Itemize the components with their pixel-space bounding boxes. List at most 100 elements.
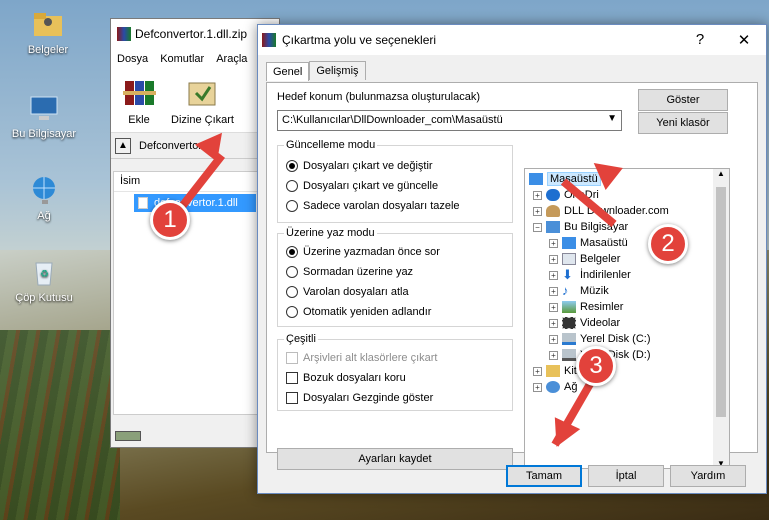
save-settings-button[interactable]: Ayarları kaydet: [277, 448, 513, 470]
tree-scrollbar[interactable]: ▲ ▼: [713, 169, 729, 468]
radio-button[interactable]: [286, 160, 298, 172]
checkbox-label: Bozuk dosyaları koru: [303, 372, 406, 384]
download-arrow-icon: ⬇: [562, 267, 573, 282]
expand-icon[interactable]: +: [549, 350, 558, 360]
file-list[interactable]: İsim defconvertor.1.dll: [113, 171, 277, 415]
radio-ask-before-overwrite[interactable]: Üzerine yazmadan önce sor: [286, 246, 440, 258]
menu-item-file[interactable]: Dosya: [117, 53, 148, 65]
checkbox[interactable]: [286, 392, 298, 404]
misc-title: Çeşitli: [284, 333, 318, 345]
radio-button[interactable]: [286, 266, 298, 278]
expand-icon[interactable]: +: [549, 286, 558, 296]
checkbox-show-in-explorer[interactable]: Dosyaları Gezginde göster: [286, 392, 433, 404]
menu-item-tools[interactable]: Araçla: [216, 53, 247, 65]
misc-group: Çeşitli Arşivleri alt klasörlere çıkart …: [277, 333, 513, 411]
collapse-icon[interactable]: −: [533, 222, 542, 232]
archive-window-title: Defconvertor.1.dll.zip: [135, 27, 248, 41]
expand-icon[interactable]: +: [549, 254, 558, 264]
tree-item-label: Masaüstü: [580, 237, 628, 249]
tree-item-label: Videolar: [580, 317, 621, 329]
dialog-titlebar[interactable]: Çıkartma yolu ve seçenekleri ? ✕: [258, 25, 766, 55]
computer-icon: [28, 92, 60, 124]
tree-item-desktop[interactable]: + Masaüstü: [549, 235, 628, 251]
tree-item-label: DLL Downloader.com: [564, 205, 669, 217]
archive-window-titlebar[interactable]: Defconvertor.1.dll.zip: [111, 19, 279, 49]
radio-button[interactable]: [286, 306, 298, 318]
new-folder-button[interactable]: Yeni klasör: [638, 112, 728, 134]
tree-item-disk-c[interactable]: + Yerel Disk (C:): [549, 331, 651, 347]
expand-icon[interactable]: +: [549, 238, 558, 248]
address-text[interactable]: Defconvertor: [139, 140, 202, 152]
menu-item-commands[interactable]: Komutlar: [160, 53, 204, 65]
expand-icon[interactable]: +: [549, 334, 558, 344]
radio-button[interactable]: [286, 286, 298, 298]
tree-item-label: Bu Bilgisayar: [564, 221, 629, 233]
tree-item-documents[interactable]: + Belgeler: [549, 251, 620, 267]
tree-item-downloads[interactable]: + ⬇ İndirilenler: [549, 267, 631, 283]
up-folder-icon[interactable]: ▲: [115, 137, 131, 154]
expand-icon[interactable]: +: [533, 382, 542, 392]
expand-icon[interactable]: +: [549, 302, 558, 312]
expand-icon[interactable]: +: [549, 270, 558, 280]
computer-icon: [546, 221, 560, 233]
file-icon: [138, 197, 148, 209]
scroll-thumb[interactable]: [716, 187, 726, 417]
tree-item-videos[interactable]: + Videolar: [549, 315, 620, 331]
desktop-folder-icon: [529, 173, 543, 185]
tree-item-network[interactable]: + Ağ: [533, 379, 577, 395]
expand-icon[interactable]: +: [533, 190, 542, 200]
scroll-up-icon[interactable]: ▲: [713, 169, 729, 178]
checkbox-keep-broken-files[interactable]: Bozuk dosyaları koru: [286, 372, 406, 384]
radio-overwrite-without-prompt[interactable]: Sormadan üzerine yaz: [286, 266, 413, 278]
overwrite-mode-group: Üzerine yaz modu Üzerine yazmadan önce s…: [277, 227, 513, 327]
help-icon[interactable]: ?: [678, 31, 722, 49]
expand-icon[interactable]: +: [533, 206, 542, 216]
extract-to-button[interactable]: Dizine Çıkart: [171, 77, 234, 126]
desktop-icon-recycle-bin[interactable]: ♻ Çöp Kutusu: [4, 256, 84, 304]
dialog-app-icon: [262, 33, 276, 47]
tree-item-label: Ağ: [564, 381, 578, 393]
help-button[interactable]: Yardım: [670, 465, 746, 487]
disk-drive-icon: [562, 333, 576, 345]
tree-item-label: Belgeler: [580, 253, 621, 265]
checkbox[interactable]: [286, 372, 298, 384]
radio-extract-update[interactable]: Dosyaları çıkart ve güncelle: [286, 180, 438, 192]
close-icon[interactable]: ✕: [722, 31, 766, 49]
radio-button[interactable]: [286, 246, 298, 258]
tab-advanced[interactable]: Gelişmiş: [309, 61, 366, 80]
extract-dialog[interactable]: Çıkartma yolu ve seçenekleri ? ✕ Genel G…: [257, 24, 767, 494]
extract-to-button-label: Dizine Çıkart: [171, 114, 234, 126]
destination-label: Hedef konum (bulunmazsa oluşturulacak): [277, 91, 480, 103]
radio-skip-existing[interactable]: Varolan dosyaları atla: [286, 286, 409, 298]
radio-auto-rename[interactable]: Otomatik yeniden adlandır: [286, 306, 431, 318]
archive-window[interactable]: Defconvertor.1.dll.zip Dosya Komutlar Ar…: [110, 18, 280, 448]
show-button[interactable]: Göster: [638, 89, 728, 111]
expand-icon[interactable]: +: [549, 318, 558, 328]
radio-extract-replace[interactable]: Dosyaları çıkart ve değiştir: [286, 160, 433, 172]
expand-icon[interactable]: +: [533, 366, 542, 376]
destination-path-combo[interactable]: C:\Kullanıcılar\DllDownloader_com\Masaüs…: [277, 110, 622, 131]
destination-path-value: C:\Kullanıcılar\DllDownloader_com\Masaüs…: [282, 114, 503, 126]
radio-button[interactable]: [286, 180, 298, 192]
network-icon: [546, 381, 560, 393]
tree-item-pictures[interactable]: + Resimler: [549, 299, 623, 315]
desktop-icon-network[interactable]: Ağ: [4, 174, 84, 222]
add-button[interactable]: Ekle: [121, 77, 157, 126]
radio-label: Dosyaları çıkart ve değiştir: [303, 160, 433, 172]
tab-general[interactable]: Genel: [266, 62, 310, 81]
radio-button[interactable]: [286, 200, 298, 212]
cancel-button[interactable]: İptal: [588, 465, 664, 487]
chevron-down-icon[interactable]: ▼: [607, 113, 617, 124]
tree-item-music[interactable]: + ♪ Müzik: [549, 283, 609, 299]
documents-icon: [562, 253, 576, 265]
ok-button[interactable]: Tamam: [506, 465, 582, 487]
desktop-icon-this-pc[interactable]: Bu Bilgisayar: [4, 92, 84, 140]
wallpaper-trees: [0, 330, 120, 520]
radio-freshen-existing[interactable]: Sadece varolan dosyaları tazele: [286, 200, 460, 212]
network-globe-icon: [28, 174, 60, 206]
desktop-icon-documents[interactable]: Belgeler: [8, 8, 88, 56]
tab-strip: Genel Gelişmiş: [266, 61, 366, 81]
annotation-badge-3: 3: [576, 346, 616, 386]
menu-bar: Dosya Komutlar Araçla: [111, 49, 279, 69]
film-icon: [562, 317, 576, 329]
